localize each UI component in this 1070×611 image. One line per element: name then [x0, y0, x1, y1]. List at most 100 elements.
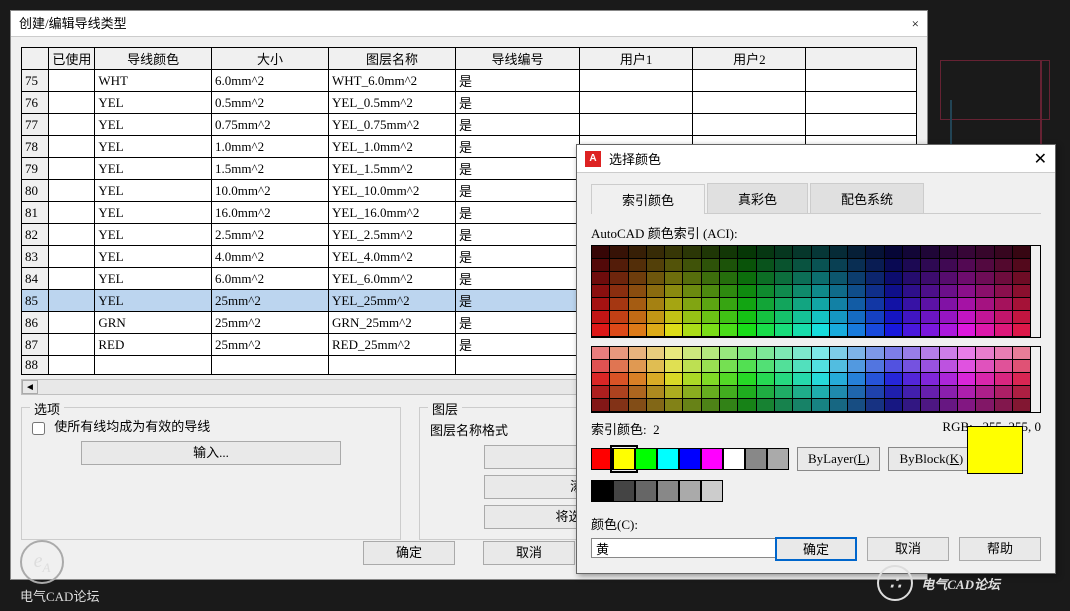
palette-cell[interactable] [793, 298, 811, 311]
palette-cell[interactable] [775, 324, 793, 337]
palette-cell[interactable] [647, 298, 665, 311]
palette-cell[interactable] [683, 272, 701, 285]
palette-cell[interactable] [958, 285, 976, 298]
palette-cell[interactable] [976, 259, 994, 272]
palette-cell[interactable] [793, 324, 811, 337]
palette-cell[interactable] [702, 347, 720, 360]
palette-cell[interactable] [848, 324, 866, 337]
byblock-button[interactable]: ByBlock(K) [888, 447, 974, 471]
palette-cell[interactable] [702, 272, 720, 285]
palette-cell[interactable] [592, 285, 610, 298]
palette-cell[interactable] [702, 324, 720, 337]
palette-cell[interactable] [647, 246, 665, 259]
palette-cell[interactable] [812, 298, 830, 311]
palette-cell[interactable] [995, 285, 1013, 298]
palette-cell[interactable] [830, 347, 848, 360]
gray-swatch[interactable] [635, 480, 657, 502]
palette-cell[interactable] [830, 399, 848, 412]
palette-cell[interactable] [610, 272, 628, 285]
cancel-button[interactable]: 取消 [483, 541, 575, 565]
palette-cell[interactable] [775, 386, 793, 399]
palette-cell[interactable] [647, 399, 665, 412]
palette-cell[interactable] [647, 347, 665, 360]
palette-cell[interactable] [720, 272, 738, 285]
palette-cell[interactable] [866, 285, 884, 298]
palette-cell[interactable] [976, 246, 994, 259]
palette-cell[interactable] [903, 259, 921, 272]
palette-cell[interactable] [976, 324, 994, 337]
bylayer-button[interactable]: ByLayer(L) [797, 447, 880, 471]
palette-cell[interactable] [775, 246, 793, 259]
palette-cell[interactable] [995, 311, 1013, 324]
column-header[interactable]: 图层名称 [329, 48, 456, 70]
palette-cell[interactable] [757, 298, 775, 311]
palette-cell[interactable] [958, 324, 976, 337]
gray-swatch[interactable] [701, 480, 723, 502]
column-header[interactable]: 大小 [212, 48, 329, 70]
palette-cell[interactable] [903, 373, 921, 386]
palette-cell[interactable] [610, 311, 628, 324]
palette-cell[interactable] [830, 386, 848, 399]
palette-cell[interactable] [738, 311, 756, 324]
palette-cell[interactable] [610, 246, 628, 259]
palette-cell[interactable] [940, 399, 958, 412]
close-icon[interactable]: × [912, 11, 919, 36]
swatch[interactable] [701, 448, 723, 470]
palette-cell[interactable] [958, 373, 976, 386]
palette-cell[interactable] [757, 399, 775, 412]
palette-cell[interactable] [738, 386, 756, 399]
palette-cell[interactable] [921, 347, 939, 360]
palette-cell[interactable] [830, 246, 848, 259]
palette-cell[interactable] [629, 272, 647, 285]
color-palette-light[interactable] [591, 346, 1041, 413]
palette-cell[interactable] [647, 386, 665, 399]
palette-cell[interactable] [921, 246, 939, 259]
palette-cell[interactable] [885, 399, 903, 412]
input-button[interactable]: 输入... [81, 441, 341, 465]
palette-cell[interactable] [1013, 360, 1031, 373]
palette-cell[interactable] [665, 246, 683, 259]
palette-cell[interactable] [629, 324, 647, 337]
palette-cell[interactable] [610, 373, 628, 386]
palette-cell[interactable] [812, 272, 830, 285]
palette-cell[interactable] [866, 246, 884, 259]
scroll-left-icon[interactable]: ◄ [22, 380, 38, 394]
palette-cell[interactable] [921, 259, 939, 272]
all-wires-checkbox[interactable]: 使所有线均成为有效的导线 [32, 419, 210, 434]
palette-cell[interactable] [683, 285, 701, 298]
palette-cell[interactable] [629, 311, 647, 324]
palette-cell[interactable] [885, 373, 903, 386]
palette-cell[interactable] [812, 347, 830, 360]
palette-cell[interactable] [940, 373, 958, 386]
palette-cell[interactable] [995, 373, 1013, 386]
palette-cell[interactable] [720, 324, 738, 337]
palette-cell[interactable] [995, 386, 1013, 399]
palette-cell[interactable] [683, 373, 701, 386]
palette-cell[interactable] [738, 272, 756, 285]
palette-cell[interactable] [793, 386, 811, 399]
column-header[interactable]: 用户2 [693, 48, 806, 70]
palette-cell[interactable] [629, 399, 647, 412]
palette-cell[interactable] [866, 399, 884, 412]
palette-cell[interactable] [1013, 324, 1031, 337]
palette-cell[interactable] [683, 311, 701, 324]
palette-cell[interactable] [647, 360, 665, 373]
column-header[interactable]: 已使用 [49, 48, 95, 70]
palette-cell[interactable] [903, 246, 921, 259]
palette-cell[interactable] [958, 386, 976, 399]
palette-cell[interactable] [793, 311, 811, 324]
palette-cell[interactable] [812, 399, 830, 412]
palette-cell[interactable] [592, 373, 610, 386]
palette-cell[interactable] [665, 360, 683, 373]
palette-cell[interactable] [720, 311, 738, 324]
palette-cell[interactable] [885, 360, 903, 373]
palette-cell[interactable] [885, 246, 903, 259]
palette-cell[interactable] [720, 246, 738, 259]
palette-cell[interactable] [958, 259, 976, 272]
palette-cell[interactable] [793, 360, 811, 373]
palette-cell[interactable] [775, 360, 793, 373]
palette-cell[interactable] [720, 298, 738, 311]
palette-cell[interactable] [921, 399, 939, 412]
palette-cell[interactable] [757, 311, 775, 324]
palette-cell[interactable] [592, 347, 610, 360]
